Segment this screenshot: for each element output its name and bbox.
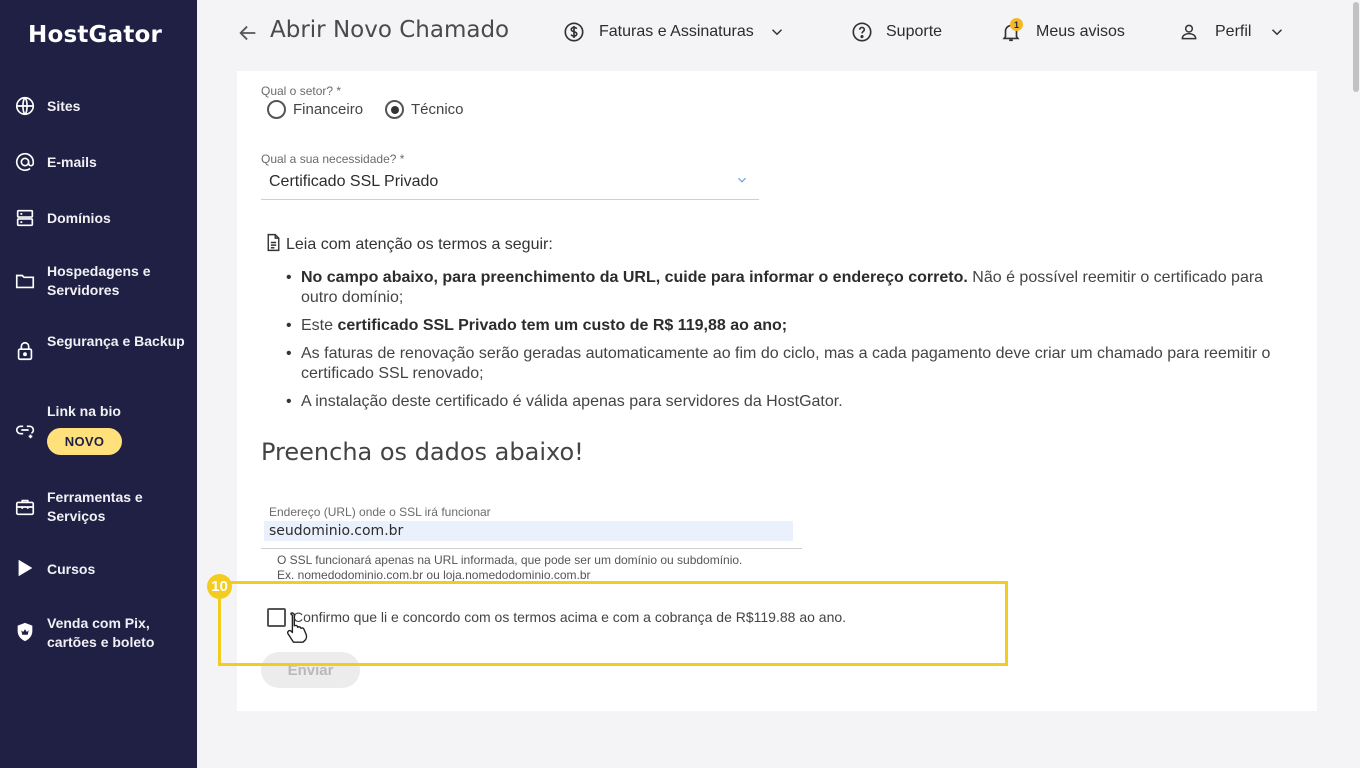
term-prefix: Este — [301, 317, 338, 334]
list-item: As faturas de renovação serão geradas au… — [283, 344, 1283, 384]
url-helper-text: O SSL funcionará apenas na URL informada… — [277, 553, 742, 583]
dollar-icon — [563, 21, 585, 43]
terms-heading: Leia com atenção os termos a seguir: — [263, 232, 553, 258]
bell-icon: 1 — [1000, 18, 1023, 43]
confirm-label: Confirmo que li e concordo com os termos… — [293, 609, 847, 625]
url-input[interactable] — [264, 521, 793, 541]
profile-menu[interactable]: Perfil — [1179, 20, 1286, 44]
help-circle-icon — [851, 21, 873, 43]
new-badge: NOVO — [47, 428, 122, 455]
at-sign-icon — [14, 151, 36, 173]
shield-icon — [14, 621, 36, 643]
document-icon — [263, 232, 284, 258]
link-icon — [14, 419, 36, 441]
support-link[interactable]: Suporte — [851, 20, 942, 44]
radio-label: Técnico — [411, 101, 464, 118]
toolbox-icon — [14, 496, 36, 518]
need-select[interactable]: Certificado SSL Privado — [261, 168, 759, 200]
chevron-down-icon — [1268, 23, 1286, 41]
hostgator-logo[interactable]: HostGator — [28, 22, 162, 48]
lock-icon — [14, 340, 36, 362]
step-badge: 10 — [207, 574, 232, 599]
support-label: Suporte — [886, 23, 943, 40]
sidebar-item-sites[interactable]: Sites — [0, 95, 197, 117]
term-bold: certificado SSL Privado tem um custo de … — [337, 317, 788, 334]
sidebar-item-dominios[interactable]: Domínios — [0, 207, 197, 229]
terms-list: No campo abaixo, para preenchimento da U… — [283, 268, 1283, 420]
radio-button[interactable] — [267, 100, 286, 119]
sidebar-item-label: Domínios — [47, 210, 111, 226]
term-text: As faturas de renovação serão geradas au… — [301, 345, 1271, 382]
sidebar-item-label: Segurança e Backup — [47, 333, 185, 349]
top-header: Abrir Novo Chamado Faturas e Assinaturas… — [197, 0, 1360, 66]
list-item: A instalação deste certificado é válida … — [283, 392, 1283, 412]
notices-label: Meus avisos — [1036, 23, 1125, 40]
sidebar-item-venda[interactable]: Venda com Pix, cartões e boleto — [0, 614, 197, 652]
sidebar-item-label: E-mails — [47, 154, 97, 170]
send-button[interactable]: Enviar — [261, 652, 360, 688]
radio-button[interactable] — [385, 100, 404, 119]
server-icon — [14, 207, 36, 229]
globe-icon — [14, 95, 36, 117]
radio-label: Financeiro — [293, 101, 364, 118]
list-item: Este certificado SSL Privado tem um cust… — [283, 316, 1283, 336]
confirm-checkbox[interactable] — [267, 608, 286, 627]
list-item: No campo abaixo, para preenchimento da U… — [283, 268, 1283, 308]
term-text: A instalação deste certificado é válida … — [301, 393, 843, 410]
scrollbar-track[interactable] — [1352, 0, 1360, 768]
sidebar-item-seguranca[interactable]: Segurança e Backup — [0, 332, 197, 370]
helper-line: Ex. nomedodominio.com.br ou loja.nomedod… — [277, 568, 591, 582]
radio-financeiro[interactable]: Financeiro — [267, 100, 363, 119]
sidebar: HostGator Sites E-mails Domínios Hospeda… — [0, 0, 197, 768]
billing-menu[interactable]: Faturas e Assinaturas — [563, 20, 786, 44]
section-title: Preencha os dados abaixo! — [261, 438, 584, 466]
chevron-down-icon — [735, 173, 749, 187]
need-label: Qual a sua necessidade? * — [261, 152, 405, 166]
sidebar-item-hospedagens[interactable]: Hospedagens e Servidores — [0, 262, 197, 300]
need-select-value: Certificado SSL Privado — [269, 173, 439, 190]
sidebar-item-label: Sites — [47, 98, 81, 114]
back-arrow-icon[interactable] — [237, 22, 259, 44]
helper-line: O SSL funcionará apenas na URL informada… — [277, 553, 743, 567]
folder-icon — [14, 270, 36, 292]
sidebar-item-label: Venda com Pix, cartões e boleto — [47, 615, 155, 650]
sidebar-item-emails[interactable]: E-mails — [0, 151, 197, 173]
sidebar-item-label: Cursos — [47, 561, 96, 577]
billing-label: Faturas e Assinaturas — [599, 23, 754, 40]
url-field: Endereço (URL) onde o SSL irá funcionar — [261, 500, 802, 549]
play-icon — [14, 557, 36, 579]
sidebar-item-ferramentas[interactable]: Ferramentas e Serviços — [0, 488, 197, 526]
term-bold: No campo abaixo, para preenchimento da U… — [301, 269, 968, 286]
user-icon — [1179, 22, 1199, 42]
sidebar-item-label: Link na bio — [47, 403, 121, 419]
page-title: Abrir Novo Chamado — [270, 17, 510, 43]
sidebar-item-label: Hospedagens e Servidores — [47, 263, 151, 298]
sector-label: Qual o setor? * — [261, 84, 342, 98]
chevron-down-icon — [768, 23, 786, 41]
radio-tecnico[interactable]: Técnico — [385, 100, 464, 119]
sidebar-item-cursos[interactable]: Cursos — [0, 557, 197, 581]
notice-count-badge: 1 — [1010, 18, 1023, 31]
scrollbar-thumb[interactable] — [1353, 2, 1359, 92]
url-label: Endereço (URL) onde o SSL irá funcionar — [269, 505, 491, 519]
profile-label: Perfil — [1215, 23, 1252, 40]
sidebar-item-label: Ferramentas e Serviços — [47, 489, 143, 524]
notices-link[interactable]: 1 Meus avisos — [1000, 18, 1125, 44]
terms-heading-text: Leia com atenção os termos a seguir: — [286, 236, 553, 253]
